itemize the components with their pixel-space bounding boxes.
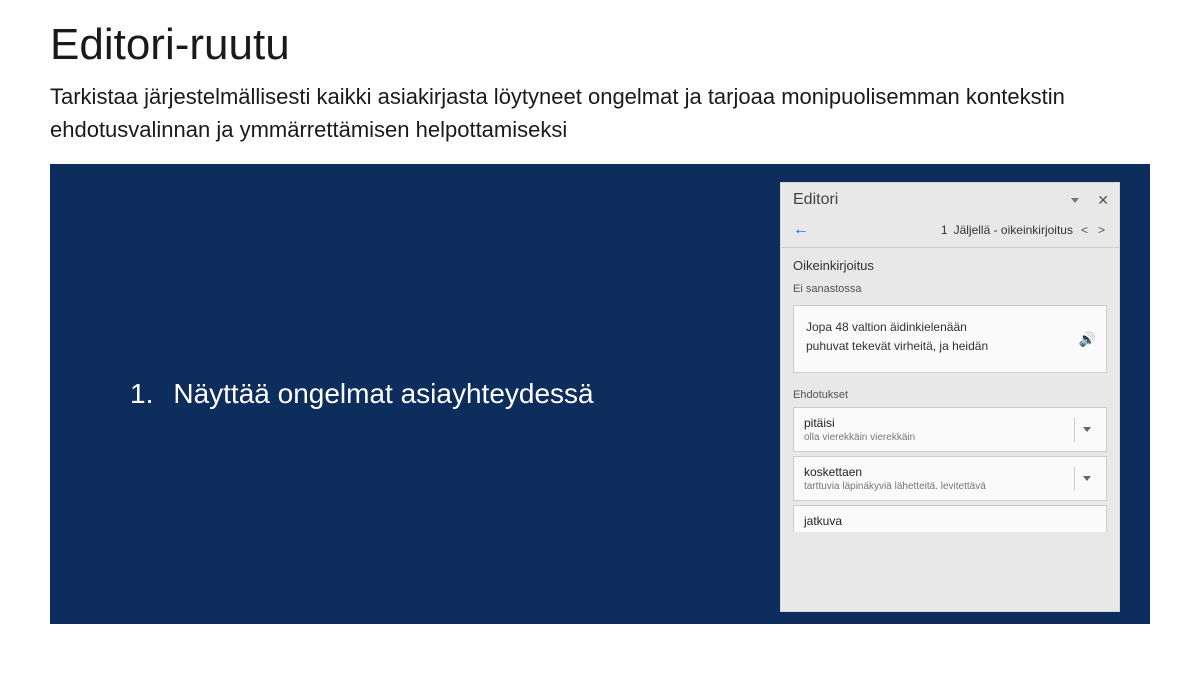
page-subtitle: Tarkistaa järjestelmällisesti kaikki asi… [50, 80, 1150, 146]
suggestion-text: koskettaen [804, 465, 1070, 479]
hero-number: 1. [130, 378, 153, 410]
suggestion-subtext: olla vierekkäin vierekkäin [804, 432, 1070, 443]
chevron-down-icon[interactable] [1074, 418, 1098, 442]
suggestion-item[interactable]: pitäisi olla vierekkäin vierekkäin [793, 407, 1107, 452]
section-heading: Oikeinkirjoitus [781, 248, 1119, 277]
chevron-down-icon[interactable] [1074, 467, 1098, 491]
editor-panel: Editori ✕ ← 1 Jäljellä - oikeinkirjoitus… [780, 182, 1120, 612]
suggestion-list: pitäisi olla vierekkäin vierekkäin koske… [781, 407, 1119, 532]
panel-header: Editori ✕ [781, 183, 1119, 215]
hero-banner: 1. Näyttää ongelmat asiayhteydessä Edito… [50, 164, 1150, 624]
suggestion-subtext: tarttuvia läpinäkyviä lähetteitä. levite… [804, 481, 1070, 492]
back-arrow-icon[interactable]: ← [793, 221, 809, 239]
close-icon[interactable]: ✕ [1097, 192, 1109, 209]
panel-nav: ← 1 Jäljellä - oikeinkirjoitus < > [781, 215, 1119, 248]
nav-count: 1 [941, 223, 948, 237]
panel-title: Editori [793, 191, 838, 209]
not-in-dictionary-label: Ei sanastossa [781, 277, 1119, 301]
prev-issue-icon[interactable]: < [1079, 223, 1090, 237]
suggestion-text: pitäisi [804, 416, 1070, 430]
next-issue-icon[interactable]: > [1096, 223, 1107, 237]
nav-label: Jäljellä - oikeinkirjoitus [954, 223, 1073, 237]
panel-options-icon[interactable] [1071, 198, 1079, 203]
hero-caption: Näyttää ongelmat asiayhteydessä [173, 378, 593, 410]
suggestions-label: Ehdotukset [781, 383, 1119, 407]
page-title: Editori-ruutu [50, 20, 1150, 70]
context-box: Jopa 48 valtion äidinkielenään puhuvat t… [793, 305, 1107, 373]
suggestion-item[interactable]: koskettaen tarttuvia läpinäkyviä lähette… [793, 456, 1107, 501]
context-line: Jopa 48 valtion äidinkielenään [806, 318, 1066, 337]
suggestion-text: jatkuva [804, 514, 1070, 528]
context-line: puhuvat tekevät virheitä, ja heidän [806, 337, 1066, 356]
hero-text: 1. Näyttää ongelmat asiayhteydessä [50, 378, 594, 410]
suggestion-item[interactable]: jatkuva [793, 505, 1107, 532]
speaker-icon[interactable]: 🔊 [1079, 328, 1096, 350]
